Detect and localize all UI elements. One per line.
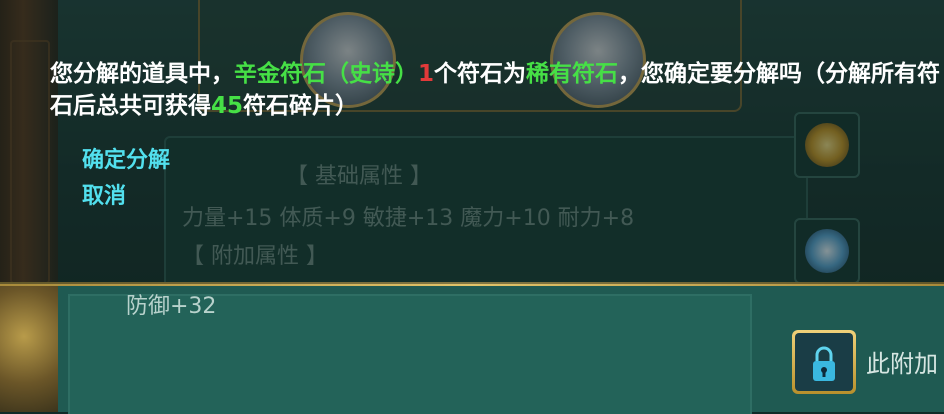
msg-part-1: 您分解的道具中， <box>50 61 234 87</box>
msg-part-2: 个符石为 <box>434 61 527 87</box>
dialog-message: 您分解的道具中，辛金符石（史诗）1个符石为稀有符石，您确定要分解吗（分解所有符石… <box>50 58 940 122</box>
cancel-button[interactable]: 取消 <box>82 178 126 210</box>
lock-icon <box>813 346 835 381</box>
msg-rarity: 稀有符石 <box>526 61 619 87</box>
lock-button[interactable] <box>792 330 856 394</box>
extra-attr-box: 防御+32 <box>68 294 752 414</box>
msg-item-count: 1 <box>418 61 435 87</box>
msg-item-name: 辛金符石（史诗） <box>234 61 418 87</box>
game-scene: 【 基础属性 】 力量+15 体质+9 敏捷+13 魔力+10 耐力+8 【 附… <box>0 0 944 414</box>
confirm-decompose-button[interactable]: 确定分解 <box>82 142 170 174</box>
extra-label: 此附加 <box>866 350 938 378</box>
attributes-extra-values: 防御+32 <box>126 294 217 319</box>
msg-part-4: 符石碎片） <box>243 93 359 119</box>
msg-total: 45 <box>211 93 244 119</box>
